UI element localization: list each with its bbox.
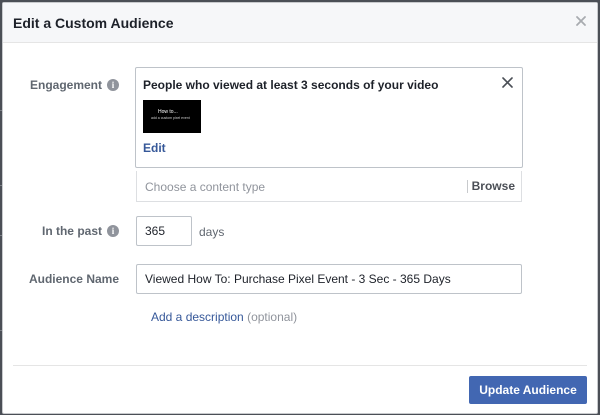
thumbnail-title: How to... [158, 109, 178, 115]
edit-audience-dialog: Edit a Custom Audience Engagement i Peop… [2, 2, 598, 414]
edit-engagement-link[interactable]: Edit [143, 141, 166, 155]
remove-selection-icon[interactable] [501, 76, 514, 89]
engagement-selected-title: People who viewed at least 3 seconds of … [143, 78, 439, 92]
update-audience-button[interactable]: Update Audience [469, 376, 587, 404]
in-the-past-label: In the past [41, 224, 102, 238]
video-thumbnail: How to... add a custom pixel event [143, 100, 201, 133]
dialog-header: Edit a Custom Audience [3, 3, 597, 43]
days-unit-label: days [199, 225, 225, 239]
audience-name-label: Audience Name [28, 272, 119, 286]
dialog-title: Edit a Custom Audience [13, 15, 174, 31]
info-icon[interactable]: i [107, 225, 119, 237]
thumbnail-subtitle: add a custom pixel event [151, 116, 190, 120]
add-description-row: Add a description (optional) [151, 310, 297, 324]
in-the-past-label-row: In the past i [42, 224, 119, 238]
optional-label: (optional) [247, 310, 298, 324]
engagement-label-row: Engagement i [30, 78, 119, 92]
engagement-selection-box: People who viewed at least 3 seconds of … [135, 67, 523, 168]
browse-button[interactable]: Browse [472, 179, 515, 193]
days-input[interactable] [136, 216, 192, 246]
add-description-link[interactable]: Add a description [151, 310, 244, 324]
close-icon[interactable] [574, 14, 588, 28]
footer-divider [13, 365, 587, 366]
content-type-placeholder: Choose a content type [145, 180, 266, 194]
info-icon[interactable]: i [107, 79, 119, 91]
engagement-label: Engagement [29, 78, 102, 92]
content-type-input[interactable]: Choose a content type Browse [136, 171, 522, 202]
audience-name-label-row: Audience Name [29, 272, 119, 286]
audience-name-input[interactable] [136, 264, 522, 294]
browse-divider [467, 180, 468, 193]
